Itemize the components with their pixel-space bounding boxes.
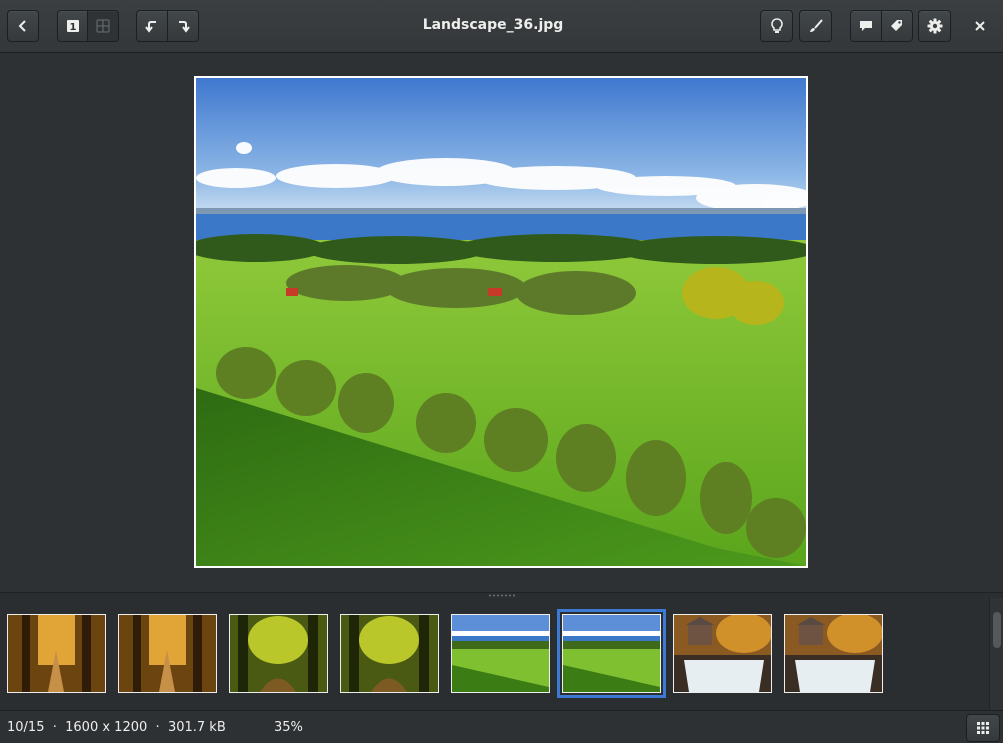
thumbnail-image (563, 615, 660, 692)
close-icon (975, 21, 985, 31)
thumbnail-image (785, 615, 882, 692)
back-button[interactable] (7, 10, 39, 42)
rotate-left-button[interactable] (136, 10, 168, 42)
image-viewer[interactable] (0, 54, 1003, 592)
thumbnail-7[interactable] (673, 614, 772, 693)
thumbnail-image (341, 615, 438, 692)
tags-button[interactable] (882, 10, 913, 42)
thumbnail-image (119, 615, 216, 692)
thumbnail-image (8, 615, 105, 692)
comment-icon (860, 21, 872, 31)
main-photo (194, 76, 808, 568)
single-view-button[interactable]: 1 (57, 10, 88, 42)
lightbulb-icon (770, 18, 783, 33)
rotate-right-icon (179, 21, 190, 33)
thumbnail-scrollbar[interactable] (989, 598, 1003, 710)
single-view-icon: 1 (66, 20, 79, 33)
thumbnail-2[interactable] (118, 614, 217, 693)
resize-grip[interactable] (488, 594, 516, 597)
thumbnail-4[interactable] (340, 614, 439, 693)
scrollbar-slider[interactable] (993, 612, 1001, 648)
thumbnail-strip[interactable] (0, 598, 1003, 710)
image-position: 10/15 (7, 720, 45, 735)
thumbnail-image (452, 615, 549, 692)
gear-icon (927, 18, 942, 34)
landscape-image (196, 78, 806, 566)
comment-button[interactable] (850, 10, 882, 42)
rotate-right-button[interactable] (168, 10, 199, 42)
rotate-left-icon (145, 21, 156, 33)
svg-text:1: 1 (69, 22, 76, 33)
grid-dots-icon (977, 722, 989, 734)
thumbnail-6-selected[interactable] (557, 609, 666, 698)
brush-icon (809, 19, 823, 32)
image-dimensions: 1600 x 1200 (65, 720, 148, 735)
thumbnail-8[interactable] (784, 614, 883, 693)
thumbnail-image (230, 615, 327, 692)
gallery-button[interactable] (966, 714, 1000, 742)
grid-view-icon (96, 19, 110, 33)
grid-view-button[interactable] (88, 10, 119, 42)
thumbnail-1[interactable] (7, 614, 106, 693)
thumbnail-image (674, 615, 771, 692)
edit-button[interactable] (799, 10, 832, 42)
image-info: 10/15 · 1600 x 1200 · 301.7 kB (7, 720, 226, 735)
header-bar: 1 Landscape_36.jpg (0, 0, 1003, 53)
window-title: Landscape_36.jpg (422, 17, 564, 33)
zoom-level: 35% (274, 720, 303, 735)
file-size: 301.7 kB (167, 720, 226, 735)
separator: · (155, 720, 160, 735)
enhance-button[interactable] (760, 10, 793, 42)
tag-icon (891, 20, 902, 31)
back-icon (18, 20, 26, 32)
status-bar: 10/15 · 1600 x 1200 · 301.7 kB 35% (0, 710, 1003, 743)
thumbnail-3[interactable] (229, 614, 328, 693)
settings-button[interactable] (918, 10, 951, 42)
thumbnail-5[interactable] (451, 614, 550, 693)
close-button[interactable] (964, 10, 996, 42)
separator: · (52, 720, 57, 735)
